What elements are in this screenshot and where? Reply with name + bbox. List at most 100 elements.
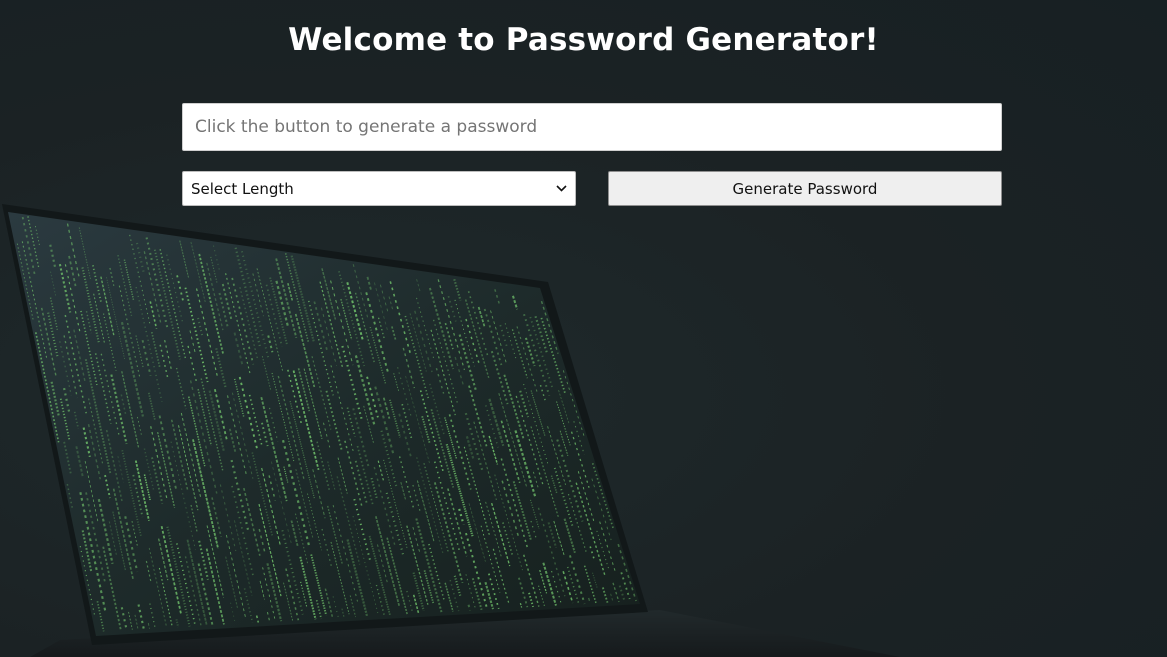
code-streak: [150, 426, 168, 500]
code-streak: [281, 439, 311, 547]
code-streak: [313, 301, 328, 351]
code-streak: [512, 481, 532, 541]
code-streak: [213, 389, 228, 441]
code-streak: [562, 571, 574, 604]
code-streak: [184, 287, 209, 383]
code-streak: [365, 292, 390, 375]
code-streak: [283, 582, 294, 621]
code-streak: [120, 394, 127, 414]
code-streak: [596, 530, 609, 569]
code-streak: [465, 532, 489, 610]
code-streak: [198, 540, 209, 580]
code-streak: [124, 516, 139, 573]
code-streak: [566, 566, 580, 605]
code-streak: [501, 480, 520, 538]
code-streak: [551, 570, 563, 606]
code-streak: [149, 301, 158, 329]
code-streak: [412, 572, 425, 611]
code-streak: [221, 283, 233, 320]
code-streak: [473, 421, 497, 501]
code-streak: [145, 237, 169, 331]
code-streak: [319, 281, 343, 367]
code-streak: [447, 295, 457, 322]
code-streak: [248, 394, 263, 446]
code-streak: [233, 378, 245, 418]
code-streak: [108, 521, 118, 556]
password-output-field[interactable]: [182, 103, 1002, 151]
code-streak: [570, 431, 590, 488]
code-streak: [327, 461, 336, 492]
code-streak: [356, 445, 374, 506]
code-streak: [170, 441, 196, 550]
code-streak: [349, 595, 357, 618]
code-streak: [234, 247, 261, 347]
code-streak: [292, 370, 320, 471]
code-streak: [166, 254, 183, 322]
code-streak: [170, 419, 189, 492]
code-streak: [148, 547, 168, 628]
code-streak: [558, 390, 570, 425]
code-streak: [135, 286, 163, 402]
code-streak: [444, 417, 457, 459]
code-streak: [468, 385, 488, 447]
code-streak: [559, 430, 569, 457]
code-streak: [73, 411, 80, 429]
code-streak: [85, 492, 107, 584]
code-streak: [59, 398, 71, 441]
code-streak: [423, 570, 435, 604]
code-streak: [205, 548, 225, 625]
code-streak: [285, 568, 300, 621]
code-streak: [135, 335, 144, 369]
code-streak: [577, 471, 595, 522]
code-streak: [547, 426, 567, 486]
code-streak: [406, 525, 429, 605]
code-streak: [516, 326, 538, 393]
code-streak: [330, 280, 354, 366]
code-streak: [321, 528, 333, 569]
generate-password-button[interactable]: Generate Password: [608, 171, 1002, 206]
code-streak: [415, 518, 443, 613]
page-title: Welcome to Password Generator!: [288, 22, 879, 58]
code-streak: [287, 369, 303, 426]
code-streak: [238, 376, 258, 450]
code-streak: [353, 498, 372, 561]
code-streak: [398, 413, 412, 457]
code-streak: [58, 263, 72, 313]
code-streak: [151, 457, 164, 504]
code-streak: [389, 281, 412, 357]
code-streak: [467, 604, 472, 611]
code-streak: [492, 548, 510, 605]
code-streak: [147, 622, 150, 629]
code-streak: [261, 467, 281, 546]
length-select[interactable]: Select Length: [182, 171, 576, 206]
background-laptop-image: [2, 204, 900, 657]
code-streak: [397, 367, 412, 417]
code-streak: [386, 537, 408, 615]
code-streak: [261, 355, 272, 391]
code-streak: [66, 484, 74, 510]
code-streak: [206, 262, 224, 331]
code-streak: [483, 308, 503, 366]
code-streak: [94, 353, 112, 424]
code-streak: [336, 476, 361, 565]
code-streak: [243, 487, 261, 556]
code-streak: [405, 375, 430, 464]
code-streak: [369, 326, 387, 384]
code-streak: [240, 251, 270, 358]
code-streak: [537, 507, 566, 597]
code-streak: [295, 468, 314, 540]
code-streak: [419, 390, 444, 472]
code-streak: [416, 279, 421, 294]
code-streak: [176, 275, 185, 303]
code-streak: [467, 291, 490, 359]
code-streak: [519, 603, 523, 608]
code-streak: [366, 276, 373, 292]
code-streak: [449, 579, 460, 612]
code-streak: [255, 615, 259, 623]
code-streak: [197, 317, 204, 336]
code-streak: [354, 292, 375, 363]
code-streak: [100, 353, 120, 436]
code-streak: [297, 368, 311, 412]
code-streak: [471, 577, 483, 611]
code-streak: [488, 435, 499, 465]
